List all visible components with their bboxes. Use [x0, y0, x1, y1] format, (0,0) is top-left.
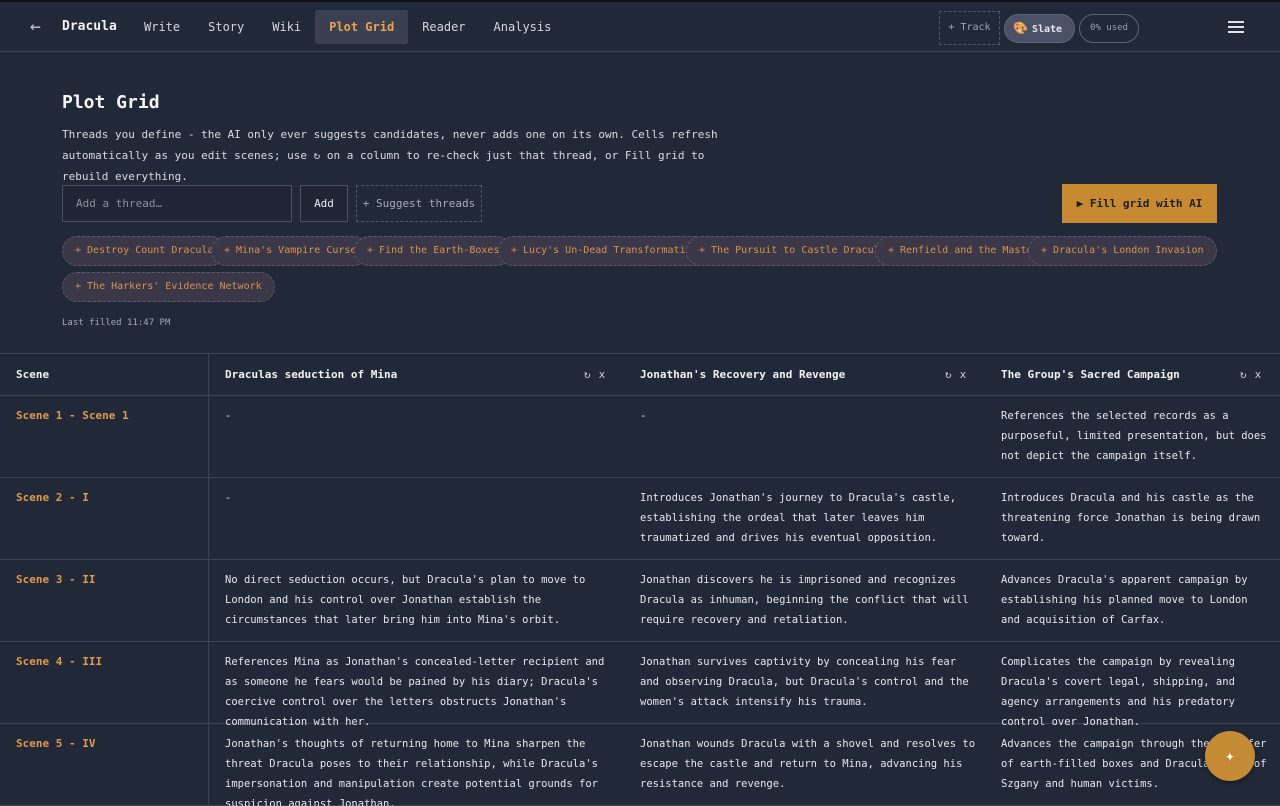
- grid-cell[interactable]: -: [640, 406, 980, 426]
- grid-cell[interactable]: Introduces Dracula and his castle as the…: [1001, 488, 1263, 548]
- suggest-threads-button[interactable]: + Suggest threads: [356, 185, 482, 222]
- palette-icon: 🎨: [1013, 21, 1028, 35]
- plot-grid-table: Scene Draculas seduction of Mina ↻ x Jona…: [0, 353, 1280, 806]
- grid-cell[interactable]: Introduces Jonathan's journey to Dracula…: [640, 488, 980, 548]
- column-header: Draculas seduction of Mina: [225, 368, 398, 381]
- refresh-icon[interactable]: ↻: [945, 368, 952, 381]
- grid-cell[interactable]: -: [225, 406, 615, 426]
- scene-column-header: Scene: [16, 368, 50, 381]
- table-row: Scene 1 - Scene 1 - - References the sel…: [0, 396, 1280, 478]
- grid-cell[interactable]: References the selected records as a pur…: [1001, 406, 1273, 466]
- tab-story[interactable]: Story: [194, 10, 258, 44]
- thread-chip[interactable]: + Mina's Vampire Curse: [211, 236, 370, 266]
- column-actions: ↻ x: [576, 368, 605, 381]
- thread-chip[interactable]: + Dracula's London Invasion: [1028, 236, 1217, 266]
- hamburger-menu-icon[interactable]: [1228, 21, 1244, 35]
- tab-wiki[interactable]: Wiki: [258, 10, 315, 44]
- grid-cell[interactable]: References Mina as Jonathan's concealed-…: [225, 652, 617, 732]
- theme-button[interactable]: 🎨 Slate: [1004, 14, 1075, 43]
- thread-chip[interactable]: + The Harkers' Evidence Network: [62, 272, 275, 302]
- tab-write[interactable]: Write: [130, 10, 194, 44]
- thread-chip[interactable]: + Renfield and the Master: [875, 236, 1052, 266]
- refresh-icon[interactable]: ↻: [584, 368, 591, 381]
- fill-grid-button[interactable]: ▶ Fill grid with AI: [1062, 184, 1217, 223]
- scene-label[interactable]: Scene 4 - III: [16, 652, 102, 672]
- last-filled-timestamp: Last filled 11:47 PM: [62, 318, 171, 328]
- table-row: Scene 4 - III References Mina as Jonatha…: [0, 642, 1280, 728]
- table-row: Scene 3 - II No direct seduction occurs,…: [0, 560, 1280, 642]
- thread-chip[interactable]: + The Pursuit to Castle Dracula: [686, 236, 899, 266]
- thread-chip[interactable]: + Destroy Count Dracula: [62, 236, 227, 266]
- column-header: The Group's Sacred Campaign: [1001, 368, 1180, 381]
- tab-plot-grid[interactable]: Plot Grid: [315, 10, 409, 44]
- column-actions: ↻ x: [937, 368, 966, 381]
- track-button[interactable]: + Track: [939, 11, 1000, 45]
- remove-column-icon[interactable]: x: [960, 368, 967, 381]
- tab-analysis[interactable]: Analysis: [480, 10, 566, 44]
- grid-cell[interactable]: Jonathan survives captivity by concealin…: [640, 652, 980, 712]
- main-nav: Write Story Wiki Plot Grid Reader Analys…: [130, 10, 565, 44]
- scene-label[interactable]: Scene 5 - IV: [16, 734, 95, 754]
- grid-header-row: Scene Draculas seduction of Mina ↻ x Jona…: [0, 354, 1280, 396]
- ai-assistant-fab-icon[interactable]: ✦: [1205, 731, 1255, 781]
- thread-chip[interactable]: + Lucy's Un-Dead Transformation: [498, 236, 711, 266]
- table-row: Scene 5 - IV Jonathan's thoughts of retu…: [0, 724, 1280, 806]
- thread-chip[interactable]: + Find the Earth-Boxes: [354, 236, 513, 266]
- table-row: Scene 2 - I - Introduces Jonathan's jour…: [0, 478, 1280, 560]
- theme-label: Slate: [1031, 24, 1063, 35]
- grid-cell[interactable]: Jonathan wounds Dracula with a shovel an…: [640, 734, 980, 794]
- scene-label[interactable]: Scene 2 - I: [16, 488, 89, 508]
- grid-cell[interactable]: Advances Dracula's apparent campaign by …: [1001, 570, 1263, 630]
- column-actions: ↻ x: [1232, 368, 1261, 381]
- project-title: Dracula: [62, 19, 117, 34]
- scene-label[interactable]: Scene 3 - II: [16, 570, 95, 590]
- page-title: Plot Grid: [62, 92, 160, 113]
- tab-reader[interactable]: Reader: [408, 10, 479, 44]
- grid-cell[interactable]: Jonathan discovers he is imprisoned and …: [640, 570, 980, 630]
- page-description: Threads you define - the AI only ever su…: [62, 128, 718, 183]
- usage-badge: 0% used: [1079, 14, 1139, 43]
- refresh-icon[interactable]: ↻: [1240, 368, 1247, 381]
- grid-cell[interactable]: Jonathan's thoughts of returning home to…: [225, 734, 617, 806]
- remove-column-icon[interactable]: x: [1255, 368, 1262, 381]
- scene-label[interactable]: Scene 1 - Scene 1: [16, 406, 129, 426]
- grid-cell[interactable]: -: [225, 488, 615, 508]
- column-header: Jonathan's Recovery and Revenge: [640, 368, 846, 381]
- remove-column-icon[interactable]: x: [599, 368, 606, 381]
- grid-cell[interactable]: Complicates the campaign by revealing Dr…: [1001, 652, 1271, 732]
- top-bar: ← Dracula Write Story Wiki Plot Grid Rea…: [0, 0, 1280, 52]
- grid-cell[interactable]: No direct seduction occurs, but Dracula'…: [225, 570, 617, 630]
- back-arrow-icon[interactable]: ←: [30, 16, 41, 37]
- add-thread-input[interactable]: [62, 185, 292, 222]
- add-thread-button[interactable]: Add: [300, 185, 348, 222]
